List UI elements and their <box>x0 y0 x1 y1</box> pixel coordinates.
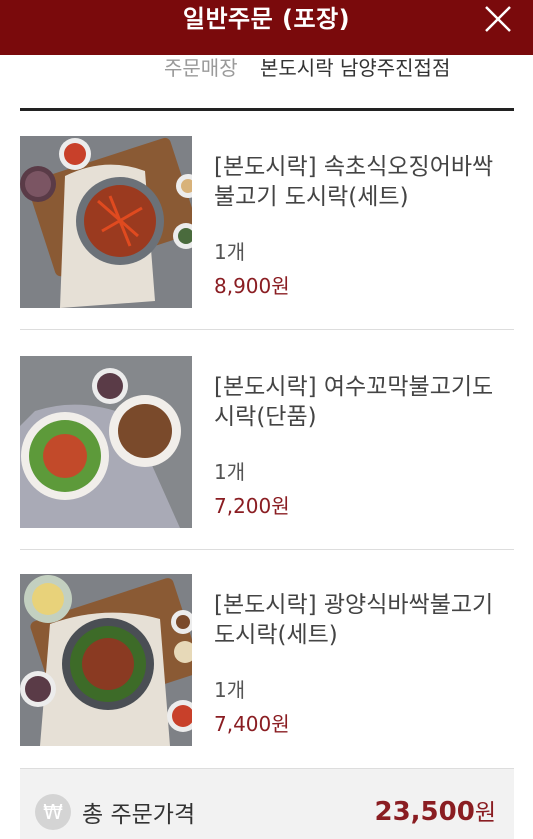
total-unit: 원 <box>474 800 496 826</box>
item-quantity: 1개 <box>214 240 246 264</box>
store-label: 주문매장 <box>164 56 238 80</box>
item-price: 7,200원 <box>214 494 290 518</box>
item-quantity: 1개 <box>214 678 246 702</box>
page-title: 일반주문 (포장) <box>182 5 351 33</box>
store-name: 본도시락 남양주진접점 <box>260 56 451 80</box>
order-item[interactable]: [본도시락] 속초식오징어바싹불고기 도시락(세트) 1개 8,900원 <box>20 110 514 330</box>
product-image <box>20 574 192 746</box>
order-item[interactable]: [본도시락] 광양식바싹불고기도시락(세트) 1개 7,400원 <box>20 548 514 768</box>
item-name: [본도시락] 속초식오징어바싹불고기 도시락(세트) <box>214 154 494 210</box>
total-summary: ₩ 총 주문가격 23,500원 <box>20 768 514 839</box>
item-quantity: 1개 <box>214 460 246 484</box>
total-price: 23,500원 <box>374 793 496 827</box>
close-icon[interactable] <box>483 4 513 34</box>
won-icon: ₩ <box>35 794 71 830</box>
total-label: 총 주문가격 <box>82 802 196 828</box>
item-price: 7,400원 <box>214 712 290 736</box>
item-name: [본도시락] 여수꼬막불고기도시락(단품) <box>214 374 494 430</box>
total-value: 23,500 <box>374 797 475 827</box>
order-item[interactable]: [본도시락] 여수꼬막불고기도시락(단품) 1개 7,200원 <box>20 330 514 550</box>
product-image <box>20 136 192 308</box>
item-price: 8,900원 <box>214 274 290 298</box>
store-info: 주문매장 본도시락 남양주진접점 <box>0 48 533 84</box>
item-name: [본도시락] 광양식바싹불고기도시락(세트) <box>214 592 494 648</box>
product-image <box>20 356 192 528</box>
top-bar: 일반주문 (포장) <box>0 0 533 55</box>
